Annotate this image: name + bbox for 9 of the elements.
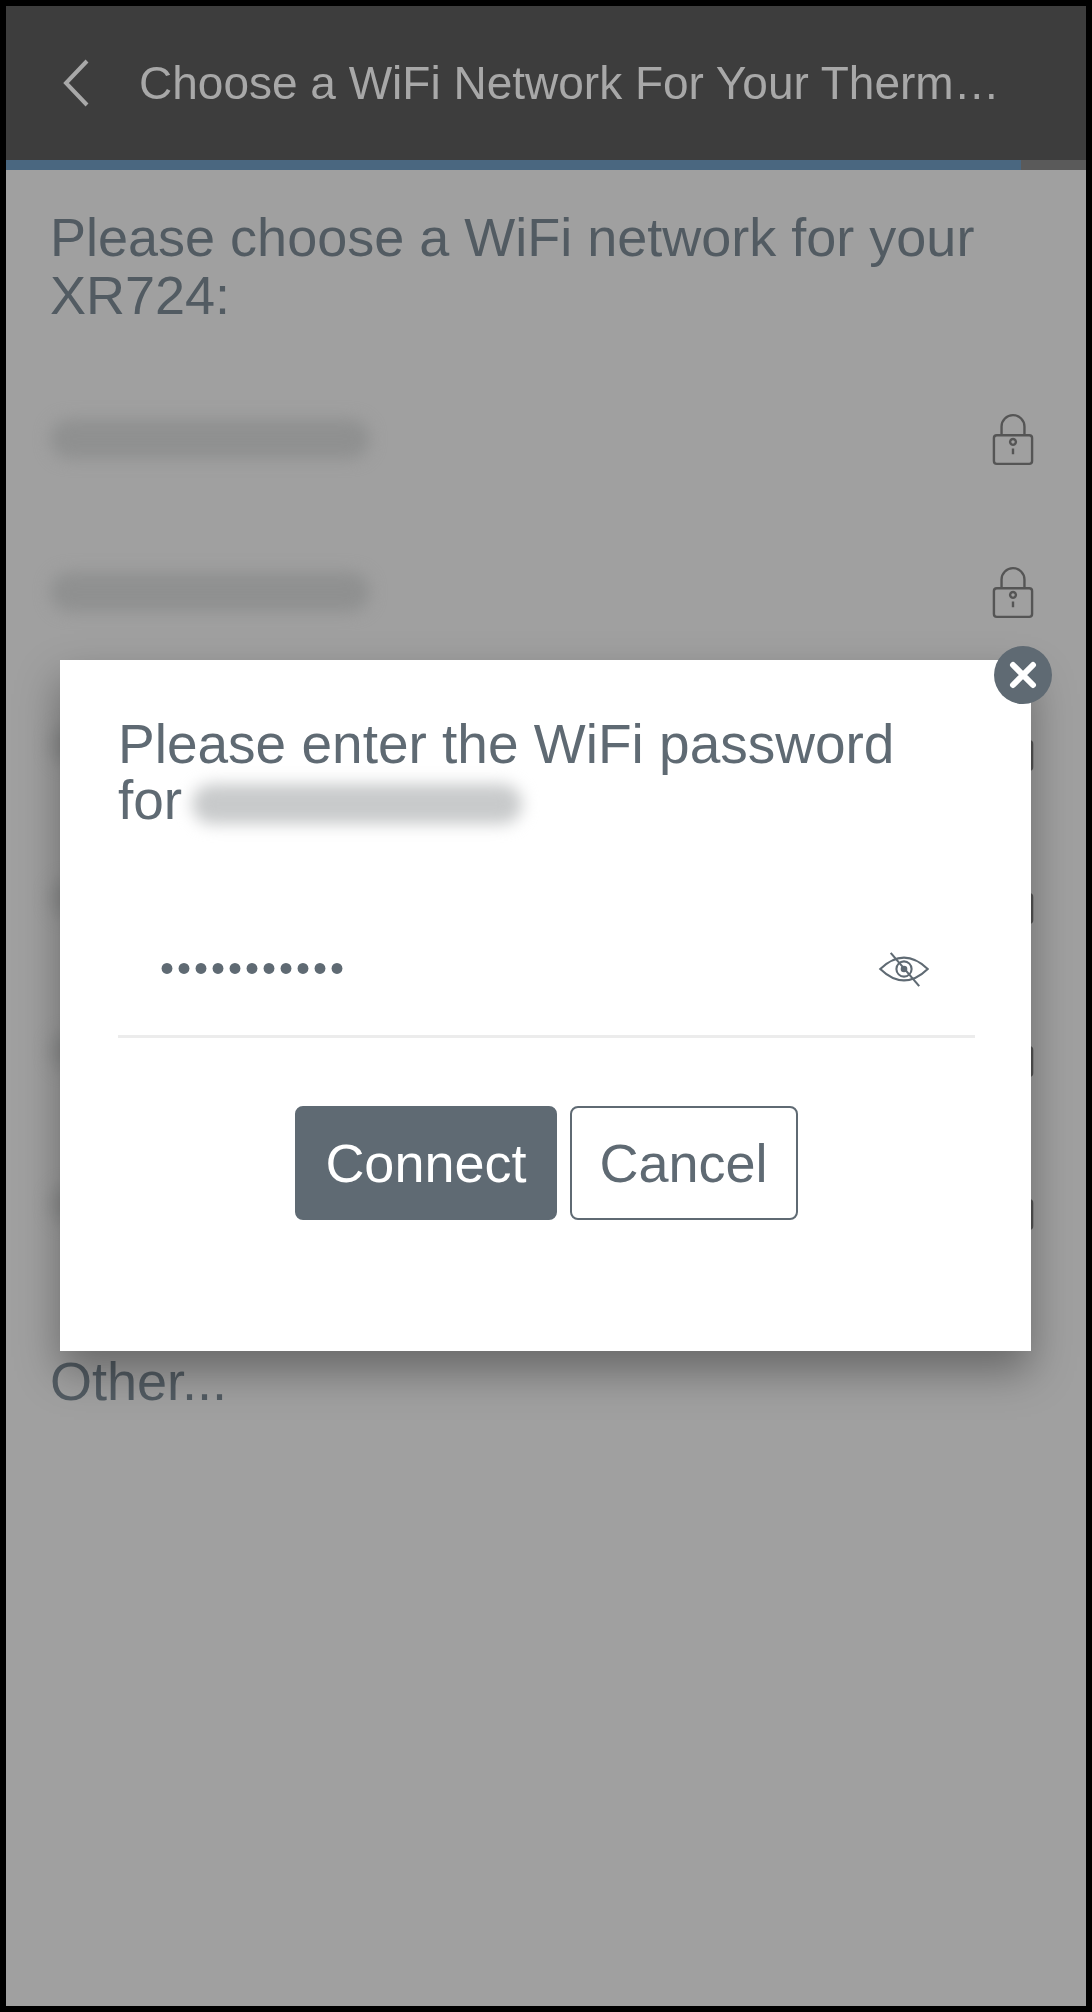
close-icon[interactable] — [993, 645, 1053, 705]
eye-slash-icon[interactable] — [877, 949, 931, 988]
back-icon[interactable] — [61, 58, 91, 108]
prompt-text: Please choose a WiFi network for your XR724: — [50, 208, 976, 324]
cancel-button[interactable]: Cancel — [569, 1106, 798, 1220]
dialog-title: Please enter the WiFi password for — [118, 713, 895, 831]
screen-title: Choose a WiFi Network For Your Therm… — [139, 56, 1000, 110]
connect-button[interactable]: Connect — [295, 1106, 557, 1220]
password-field[interactable]: ••••••••••• — [118, 914, 975, 1038]
